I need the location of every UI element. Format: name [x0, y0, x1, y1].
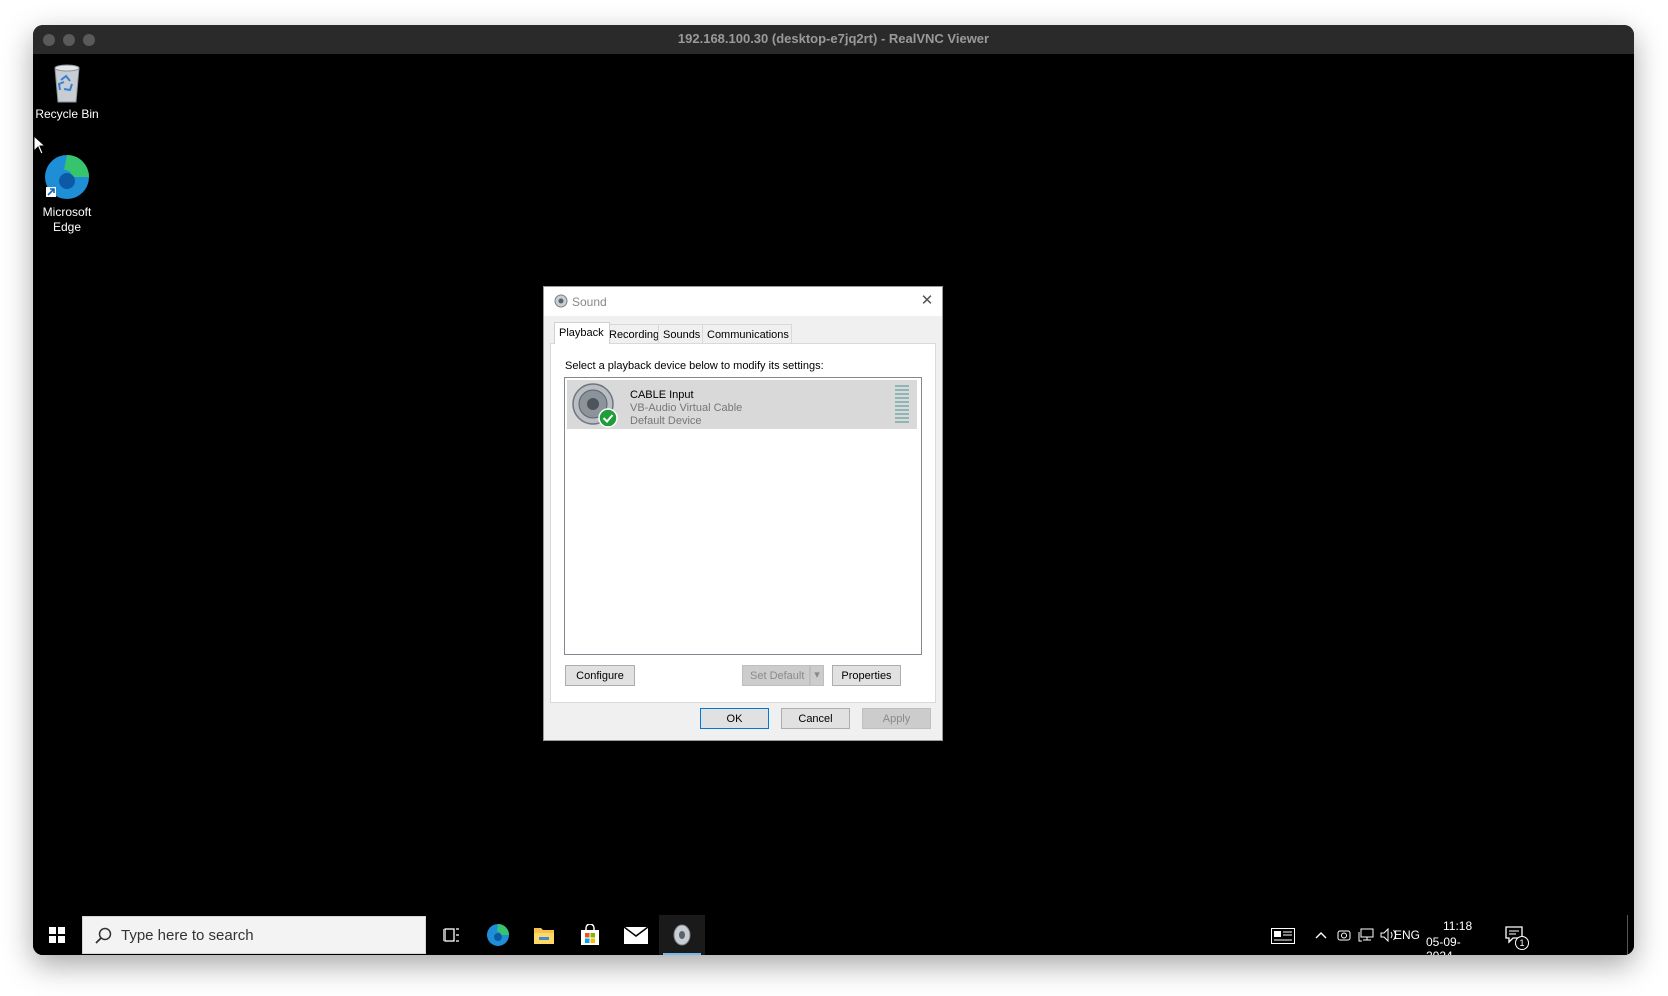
mail-icon: [624, 927, 648, 944]
device-list[interactable]: CABLE Input VB-Audio Virtual Cable Defau…: [564, 377, 922, 655]
close-icon: ✕: [920, 292, 934, 309]
window-titlebar: 192.168.100.30 (desktop-e7jq2rt) - RealV…: [33, 25, 1634, 54]
desktop-icon-edge[interactable]: Microsoft Edge: [33, 152, 107, 235]
set-default-dropdown[interactable]: ▾: [810, 665, 824, 686]
search-placeholder: Type here to search: [121, 927, 254, 944]
taskbar-search-box[interactable]: Type here to search: [82, 916, 426, 954]
tray-network[interactable]: [1355, 915, 1377, 955]
task-view-button[interactable]: [429, 915, 475, 955]
taskbar-edge[interactable]: [475, 915, 521, 955]
notification-badge: 1: [1515, 936, 1529, 950]
chevron-up-icon: [1315, 932, 1327, 939]
desktop-icon-recycle-bin[interactable]: Recycle Bin: [33, 60, 107, 122]
desktop-icon-label: Microsoft Edge: [42, 205, 92, 234]
tab-recording[interactable]: Recording: [604, 324, 661, 344]
speaker-icon: [572, 383, 618, 428]
chevron-down-icon: ▾: [814, 669, 820, 681]
configure-button[interactable]: Configure: [565, 665, 635, 686]
device-row-cable-input[interactable]: CABLE Input VB-Audio Virtual Cable Defau…: [567, 380, 917, 429]
dialog-close-button[interactable]: ✕: [918, 292, 936, 310]
sound-dialog: Sound ✕ Playback Recording Sounds Commun…: [543, 286, 943, 741]
recycle-bin-icon: [54, 64, 80, 103]
show-hidden-icons-button[interactable]: [1311, 915, 1331, 955]
desktop-icon-label: Recycle Bin: [35, 107, 99, 121]
apply-button[interactable]: Apply: [862, 708, 931, 729]
sound-app-icon: [554, 294, 568, 308]
news-icon: [1271, 928, 1295, 944]
cancel-button[interactable]: Cancel: [781, 708, 850, 729]
show-desktop-button[interactable]: [1627, 915, 1628, 955]
active-indicator: [663, 953, 701, 955]
search-icon: [95, 927, 112, 944]
remote-desktop: Recycle Bin Microsoft Edge Sound ✕ Playb…: [33, 54, 1634, 955]
tab-sounds[interactable]: Sounds: [658, 324, 706, 344]
properties-button[interactable]: Properties: [832, 665, 901, 686]
store-icon: [581, 924, 599, 945]
news-widget[interactable]: [1265, 915, 1299, 955]
device-description: VB-Audio Virtual Cable: [630, 402, 743, 414]
windows-logo-icon: [49, 927, 65, 943]
taskbar: Type here to search ENG 11:18 05-09- 1: [33, 915, 1634, 955]
task-view-icon: [443, 928, 459, 942]
ok-button[interactable]: OK: [700, 708, 769, 729]
webcam-icon: [1337, 930, 1351, 941]
edge-icon: [45, 155, 89, 199]
start-button[interactable]: [33, 915, 81, 955]
volume-meter: [895, 385, 909, 425]
tab-communications[interactable]: Communications: [702, 324, 792, 344]
default-check-icon: [598, 408, 618, 428]
taskbar-store[interactable]: [567, 915, 613, 955]
playback-panel: Select a playback device below to modify…: [550, 343, 936, 703]
tab-playback[interactable]: Playback: [554, 322, 610, 344]
taskbar-file-explorer[interactable]: [521, 915, 567, 955]
network-icon: [1358, 928, 1374, 942]
device-status: Default Device: [630, 415, 702, 427]
file-explorer-icon: [534, 928, 554, 944]
device-name: CABLE Input: [630, 389, 694, 401]
mouse-cursor-icon: [33, 135, 47, 155]
tray-meet-now[interactable]: [1333, 915, 1355, 955]
vnc-viewer-window: 192.168.100.30 (desktop-e7jq2rt) - RealV…: [33, 25, 1634, 955]
set-default-button[interactable]: Set Default: [742, 665, 810, 686]
instruction-text: Select a playback device below to modify…: [565, 360, 824, 372]
edge-icon: [487, 924, 509, 946]
clock-time: 11:18: [1443, 919, 1473, 933]
sound-settings-icon: [673, 924, 691, 946]
taskbar-mail[interactable]: [613, 915, 659, 955]
clock-date: 05-09-2024: [1426, 935, 1461, 955]
action-center-button[interactable]: 1: [1493, 915, 1533, 955]
clock[interactable]: 11:18 05-09-2024: [1426, 915, 1486, 955]
taskbar-sound[interactable]: [659, 915, 705, 955]
window-title: 192.168.100.30 (desktop-e7jq2rt) - RealV…: [677, 31, 990, 46]
language-indicator[interactable]: ENG: [1394, 928, 1420, 942]
dialog-titlebar: Sound ✕: [544, 287, 942, 316]
dialog-title: Sound: [572, 295, 607, 309]
